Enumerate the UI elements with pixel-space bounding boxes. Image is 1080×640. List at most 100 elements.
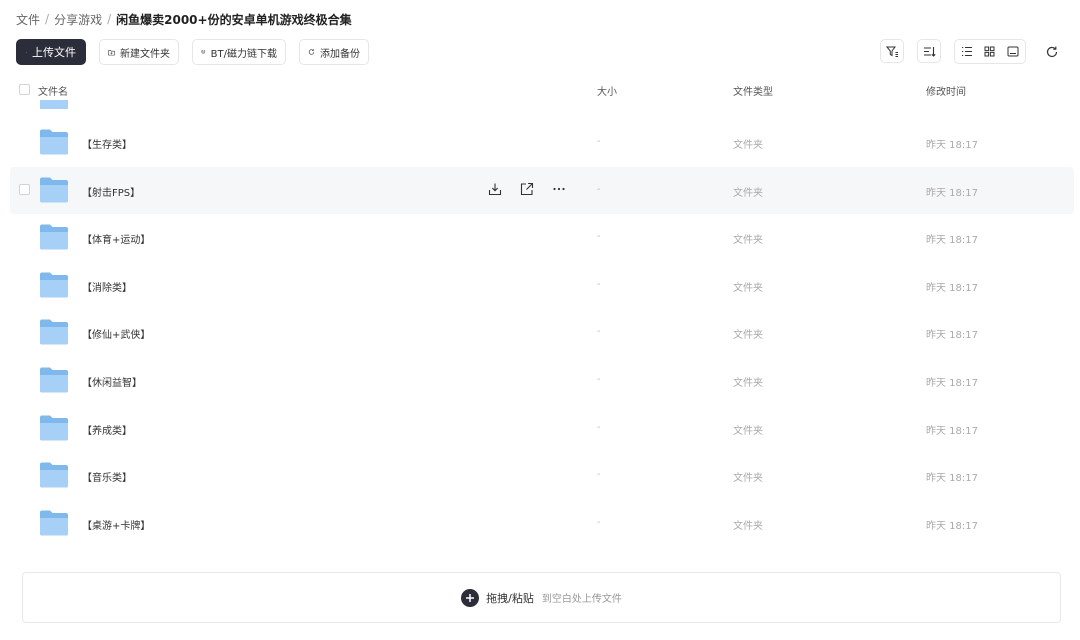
breadcrumb-current-folder: 闲鱼爆卖2000+份的安卓单机游戏终极合集	[116, 12, 352, 27]
file-mtime: 昨天 18:17	[926, 282, 978, 294]
more-button[interactable]	[551, 181, 567, 197]
file-name[interactable]: 【消除类】	[82, 279, 132, 294]
sync-icon	[308, 49, 315, 55]
file-mtime: 昨天 18:17	[926, 473, 978, 485]
add-backup-button[interactable]: 添加备份	[299, 39, 369, 65]
file-size: -	[597, 516, 601, 528]
breadcrumb: 文件 / 分享游戏 / 闲鱼爆卖2000+份的安卓单机游戏终极合集	[16, 11, 352, 27]
file-mtime: 昨天 18:17	[926, 425, 978, 437]
file-name[interactable]: 【桌游+卡牌】	[82, 517, 150, 532]
file-size: -	[597, 231, 601, 243]
file-type: 文件夹	[733, 187, 763, 199]
file-list: 【生存类】 - 文件夹 昨天 18:17 【射击FPS】 - 文件夹 昨天 18…	[10, 119, 1074, 547]
file-mtime: 昨天 18:17	[926, 140, 978, 151]
refresh-button[interactable]	[1042, 42, 1062, 62]
file-type: 文件夹	[733, 140, 763, 151]
magnet-icon	[201, 50, 206, 54]
folder-plus-icon	[108, 49, 115, 55]
sort-icon	[923, 46, 936, 57]
backup-label: 添加备份	[320, 48, 360, 60]
file-name[interactable]: 【休闲益智】	[82, 374, 142, 389]
file-size: -	[597, 469, 601, 481]
column-type-header[interactable]: 文件类型	[733, 83, 773, 98]
file-type: 文件夹	[733, 235, 763, 247]
table-row[interactable]: 【桌游+卡牌】 - 文件夹 昨天 18:17	[10, 500, 1074, 548]
column-mtime-header[interactable]: 修改时间	[926, 83, 966, 98]
table-row[interactable]: 【修仙+武侠】 - 文件夹 昨天 18:17	[10, 309, 1074, 357]
file-type: 文件夹	[733, 520, 763, 532]
upload-dropzone[interactable]: 拖拽/粘贴 到空白处上传文件	[22, 572, 1061, 623]
grid-view-button[interactable]	[978, 40, 1001, 63]
folder-icon	[40, 319, 68, 345]
grid-view-icon	[984, 46, 995, 57]
sort-button[interactable]	[917, 39, 941, 63]
more-icon	[553, 187, 565, 190]
filter-button[interactable]	[880, 39, 904, 63]
download-button[interactable]	[487, 181, 503, 197]
dropzone-primary-text: 拖拽/粘贴	[486, 591, 534, 605]
column-size-header[interactable]: 大小	[597, 83, 617, 98]
file-size: -	[597, 183, 601, 195]
view-switcher	[954, 39, 1026, 64]
upload-label: 上传文件	[32, 46, 76, 59]
new-folder-label: 新建文件夹	[120, 48, 170, 60]
file-size: -	[597, 421, 601, 433]
file-type: 文件夹	[733, 282, 763, 294]
file-mtime: 昨天 18:17	[926, 235, 978, 247]
folder-icon	[40, 367, 68, 393]
thumbnail-view-button[interactable]	[1002, 40, 1025, 63]
file-size: -	[597, 373, 601, 385]
file-name[interactable]: 【养成类】	[82, 422, 132, 437]
breadcrumb-separator: /	[45, 12, 50, 26]
select-all-checkbox[interactable]	[19, 84, 30, 95]
column-name-header[interactable]: 文件名	[38, 83, 68, 98]
file-mtime: 昨天 18:17	[926, 377, 978, 389]
file-type: 文件夹	[733, 330, 763, 342]
row-actions	[487, 181, 583, 197]
breadcrumb-separator: /	[107, 12, 112, 26]
file-size: -	[597, 136, 601, 147]
file-mtime: 昨天 18:17	[926, 330, 978, 342]
file-name[interactable]: 【体育+运动】	[82, 231, 150, 246]
file-size: -	[597, 278, 601, 290]
file-name[interactable]: 【音乐类】	[82, 469, 132, 484]
breadcrumb-files[interactable]: 文件	[16, 11, 40, 28]
table-row[interactable]: 【体育+运动】 - 文件夹 昨天 18:17	[10, 214, 1074, 262]
breadcrumb-share-games[interactable]: 分享游戏	[54, 11, 102, 28]
new-folder-button[interactable]: 新建文件夹	[99, 39, 179, 65]
file-name[interactable]: 【修仙+武侠】	[82, 326, 150, 341]
share-button[interactable]	[519, 181, 535, 197]
folder-icon	[40, 462, 68, 488]
table-row[interactable]: 【消除类】 - 文件夹 昨天 18:17	[10, 262, 1074, 310]
file-name[interactable]: 【射击FPS】	[82, 184, 140, 199]
share-icon	[520, 182, 534, 195]
file-type: 文件夹	[733, 377, 763, 389]
table-header: 文件名 大小 文件类型 修改时间	[10, 80, 1074, 100]
refresh-icon	[1046, 46, 1058, 58]
bt-label: BT/磁力链下载	[210, 48, 277, 60]
list-view-icon	[961, 46, 972, 57]
table-row[interactable]: 【养成类】 - 文件夹 昨天 18:17	[10, 405, 1074, 453]
table-row[interactable]: 【休闲益智】 - 文件夹 昨天 18:17	[10, 357, 1074, 405]
row-checkbox[interactable]	[19, 183, 30, 195]
folder-icon	[40, 224, 68, 250]
folder-icon	[40, 510, 68, 536]
thumbnail-view-icon	[1007, 46, 1019, 57]
upload-button[interactable]: 上传文件	[16, 39, 86, 65]
folder-icon	[40, 272, 68, 298]
filter-icon	[885, 46, 898, 57]
table-row[interactable]: 【音乐类】 - 文件夹 昨天 18:17	[10, 452, 1074, 500]
file-type: 文件夹	[733, 425, 763, 437]
file-mtime: 昨天 18:17	[926, 520, 978, 532]
file-size: -	[597, 326, 601, 338]
folder-icon	[40, 177, 68, 203]
folder-icon	[40, 415, 68, 441]
file-name[interactable]: 【生存类】	[82, 136, 132, 151]
folder-icon	[39, 100, 69, 109]
table-row[interactable]: 【生存类】 - 文件夹 昨天 18:17	[10, 119, 1074, 167]
folder-icon	[40, 129, 68, 155]
bt-magnet-download-button[interactable]: BT/磁力链下载	[192, 39, 286, 65]
download-icon	[488, 183, 502, 195]
table-row[interactable]: 【射击FPS】 - 文件夹 昨天 18:17	[10, 166, 1074, 215]
list-view-button[interactable]	[955, 40, 978, 63]
